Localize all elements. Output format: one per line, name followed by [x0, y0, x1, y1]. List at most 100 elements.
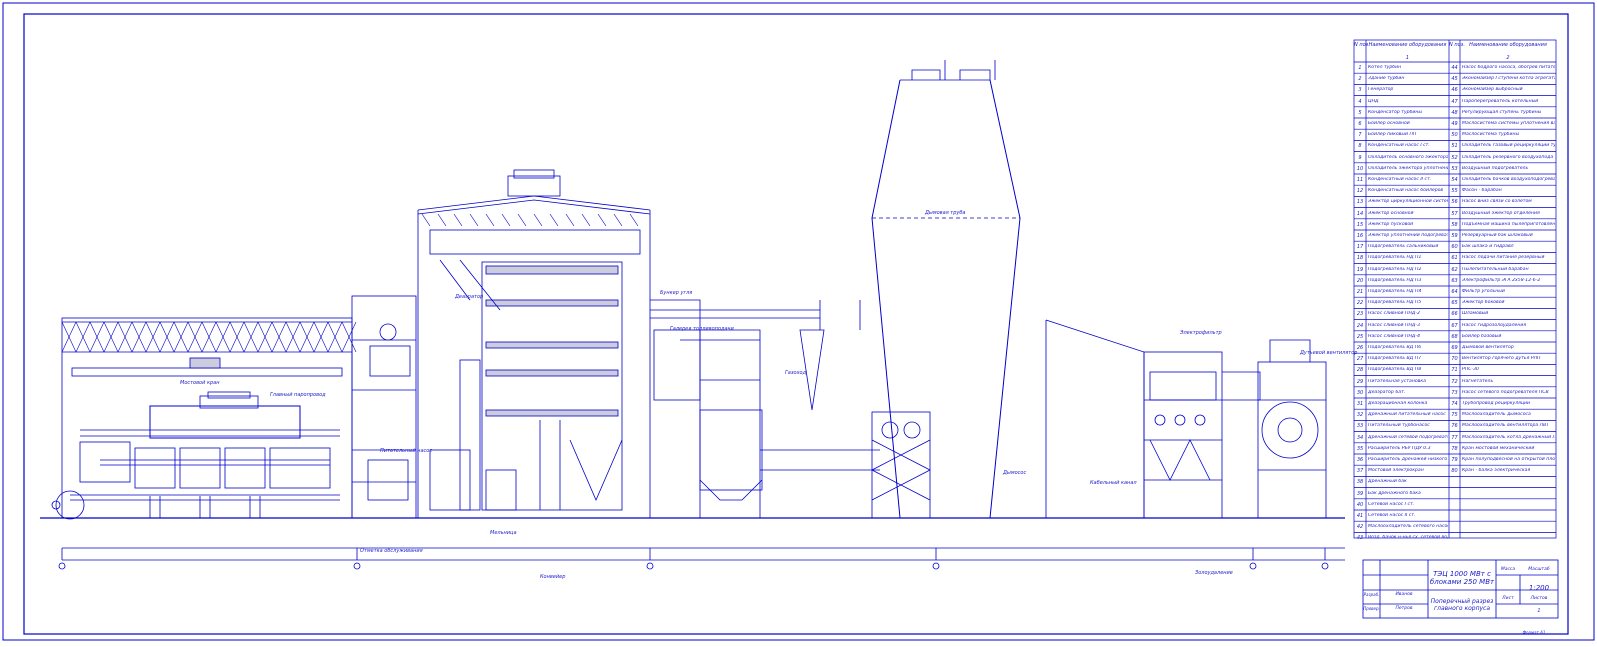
legend-left-no: 13: [1356, 199, 1364, 206]
legend-left-name: Расширитель дренажей низкого давления: [1368, 457, 1448, 462]
legend-right-name: Пароперегреватель котельный: [1462, 98, 1539, 104]
legend-left-no: 35: [1356, 445, 1364, 452]
legend-right-name: Шламовый: [1462, 311, 1489, 317]
stack-label: Дымовая труба: [925, 210, 966, 216]
inner-frame: [23, 13, 1569, 635]
legend-left-no: 22: [1356, 300, 1364, 307]
legend-header-no-left: N поз.: [1354, 42, 1370, 48]
floor-label: Отметка обслуживания: [360, 548, 423, 554]
legend-left-name: Дренажный питательный насос: [1368, 412, 1446, 418]
legend-right-name: Насос подачи питания резервный: [1462, 255, 1545, 261]
sheet-title: Поперечный разрез главного корпуса: [1430, 598, 1494, 612]
legend-left-name: Подогреватель НД П3: [1368, 277, 1422, 283]
legend-right-name: Бак шлака и гидравл: [1462, 244, 1514, 250]
stage-label: Лист: [1502, 596, 1514, 601]
mill-label: Мельница: [490, 530, 517, 536]
legend-left-no: 20: [1356, 277, 1364, 284]
format-footer: Формат А1: [1522, 630, 1546, 635]
legend-left-name: Расширитель РБУ ПДУ 0.3: [1368, 445, 1431, 451]
turbine-hall-truss: [61, 321, 357, 353]
legend-right-no: 59: [1451, 233, 1458, 239]
legend-left-name: Генератор: [1368, 87, 1394, 93]
ash-label: Золоудаление: [1195, 570, 1233, 576]
legend-left-name: Эжектор циркуляционной системы: [1368, 199, 1448, 205]
legend-left-no: 14: [1356, 210, 1364, 217]
truss-member: [501, 213, 511, 227]
legend-left-no: 38: [1356, 479, 1364, 486]
legend-left-no: 32: [1356, 412, 1364, 419]
legend-left-name: ЦНД: [1368, 98, 1379, 104]
drawing-sheet: [0, 0, 1597, 643]
legend-right-no: 71: [1451, 367, 1458, 374]
legend-left-name: Охладитель эжектора уплотнений: [1368, 165, 1448, 171]
pump-label: Питательный насос: [380, 448, 433, 454]
legend-left-name: Эжектор пусковой: [1368, 221, 1414, 227]
legend-right-name: Насос бодрого насоса, обогрев питательно…: [1462, 65, 1555, 70]
legend-right-no: 66: [1451, 311, 1458, 318]
legend-right-no: 78: [1451, 445, 1458, 452]
legend-left-no: 29: [1356, 378, 1364, 385]
legend-right-name: Охладитель резервного воздухопода: [1462, 154, 1554, 160]
legend-left-no: 33: [1356, 423, 1364, 430]
legend-right-no: 72: [1451, 378, 1458, 385]
legend-index-1: 1: [1405, 55, 1410, 61]
legend-left-no: 28: [1356, 367, 1364, 374]
legend-right-no: 74: [1451, 401, 1458, 407]
legend-right-name: Экономайзер I ступени котла агрегата: [1462, 76, 1555, 82]
legend-right-no: 79: [1451, 457, 1458, 463]
legend-right-no: 48: [1451, 109, 1458, 116]
legend-right-no: 76: [1451, 423, 1458, 430]
legend-left-name: Подогреватель НД П2: [1368, 266, 1422, 272]
truss-member: [549, 213, 559, 227]
project-title: ТЭЦ 1000 МВт с блоками 250 МВт: [1429, 570, 1495, 586]
legend-right-name: РПС-30: [1462, 367, 1479, 373]
legend-left-no: 11: [1356, 177, 1364, 183]
legend-left-no: 41: [1356, 513, 1364, 519]
legend-right-no: 63: [1451, 277, 1458, 284]
legend-left-no: 21: [1356, 289, 1364, 295]
legend-left-no: 27: [1356, 356, 1364, 363]
legend-right-name: Фасон - барабан: [1462, 188, 1502, 194]
truss-member: [453, 213, 463, 227]
legend-right-no: 49: [1451, 121, 1458, 127]
legend-right-no: 65: [1451, 300, 1458, 307]
legend-right-name: Маслосистема турбины: [1462, 132, 1520, 138]
legend-right-no: 58: [1451, 221, 1458, 228]
sheet-count-value: 1: [1537, 608, 1541, 614]
legend-right-name: Воздушный эжектор отделения: [1462, 210, 1540, 216]
role-2: Провер.: [1363, 606, 1380, 611]
legend-left-name: Подогреватель сальниковый: [1368, 244, 1439, 250]
legend-right-name: Маслосистема системы уплотнения вала ген…: [1462, 121, 1555, 126]
legend-right-no: 61: [1451, 255, 1458, 262]
legend-left-no: 23: [1356, 311, 1364, 318]
legend-left-no: 9: [1358, 154, 1362, 161]
legend-left-name: Охладитель основного эжектора: [1368, 154, 1448, 160]
boiler-truss: [421, 213, 639, 227]
legend-right-name: Трубопровод рециркуляции: [1462, 401, 1531, 406]
legend-left-no: 26: [1356, 345, 1364, 351]
truss-member: [469, 213, 479, 227]
legend-right-no: 67: [1451, 322, 1458, 329]
legend-left-name: Деаэрационная колонка: [1368, 401, 1428, 406]
truss-member: [597, 213, 607, 227]
legend-right-no: 69: [1451, 345, 1458, 351]
legend-left-name: Подогреватель НД П5: [1368, 300, 1422, 306]
legend-header-name-right: Наименование оборудования: [1469, 42, 1547, 48]
legend-right-no: 52: [1451, 154, 1458, 161]
legend-right-name: Насос сетевого подогревателя ПСВ: [1462, 389, 1549, 395]
name-2: Петров: [1395, 606, 1413, 611]
legend-right-no: 47: [1451, 98, 1458, 105]
legend-left-name: Конденсатный насос I ст.: [1368, 143, 1430, 149]
legend-left-no: 4: [1358, 98, 1362, 105]
legend-right-name: Кран мостовой механический: [1462, 445, 1535, 451]
legend-right-name: Нагнетатель: [1462, 378, 1494, 384]
smoke-label: Дымосос: [1003, 470, 1027, 476]
legend-right-no: 75: [1451, 412, 1458, 419]
legend-left-no: 6: [1358, 121, 1362, 127]
legend-left-no: 24: [1356, 322, 1364, 329]
legend-right-no: 57: [1451, 210, 1458, 217]
legend-left-no: 17: [1356, 244, 1364, 251]
bunker-label: Бункер угля: [660, 290, 693, 296]
legend-left-no: 5: [1358, 109, 1362, 116]
truss-member: [517, 213, 527, 227]
